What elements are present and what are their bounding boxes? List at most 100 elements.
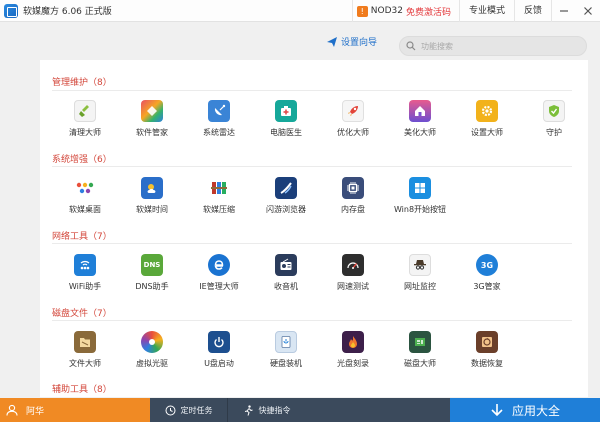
app-store-icon bbox=[141, 100, 163, 122]
down-arrow-icon bbox=[491, 404, 503, 417]
rocket-icon bbox=[342, 100, 364, 122]
ie-logo-icon bbox=[208, 254, 230, 276]
promo-text: 免费激活码 bbox=[405, 7, 451, 18]
tool-ie-manager[interactable]: IE管理大师 bbox=[186, 254, 252, 308]
spy-icon bbox=[409, 254, 431, 276]
tool-label: 硬盘装机 bbox=[270, 359, 302, 368]
minimize-icon bbox=[560, 10, 568, 12]
tool-browser[interactable]: 闪游浏览器 bbox=[253, 177, 319, 231]
timer-task-button[interactable]: 定时任务 bbox=[150, 398, 227, 422]
title-bar: 软媒魔方 6.06 正式版 ! NOD32 免费激活码 专业模式 反馈 bbox=[0, 0, 600, 22]
tool-label: 收音机 bbox=[274, 282, 298, 291]
tool-virtual-drive[interactable]: 虚拟光驱 bbox=[119, 331, 185, 385]
tool-desktop[interactable]: 软媒桌面 bbox=[52, 177, 118, 231]
tool-cleanup[interactable]: 清理大师 bbox=[52, 100, 118, 154]
section-title-network: 网络工具（7） bbox=[52, 232, 112, 242]
tool-label: 系统雷达 bbox=[203, 128, 235, 137]
tool-settings[interactable]: 设置大师 bbox=[454, 100, 520, 154]
section-title-maintenance: 管理维护（8） bbox=[52, 78, 112, 88]
tool-label: 美化大师 bbox=[404, 128, 436, 137]
section-divider bbox=[52, 90, 572, 91]
tool-label: 网速测试 bbox=[337, 282, 369, 291]
tool-dns[interactable]: DNS DNS助手 bbox=[119, 254, 185, 308]
tool-3g-manager[interactable]: 3G 3G管家 bbox=[454, 254, 520, 308]
tool-disc-burn[interactable]: 光盘刻录 bbox=[320, 331, 386, 385]
tool-label: 软媒压缩 bbox=[203, 205, 235, 214]
quick-command-button[interactable]: 快捷指令 bbox=[228, 398, 305, 422]
section-divider bbox=[52, 320, 572, 321]
tool-software-manager[interactable]: 软件管家 bbox=[119, 100, 185, 154]
colored-dots-icon bbox=[74, 177, 96, 199]
tool-system-radar[interactable]: 系统雷达 bbox=[186, 100, 252, 154]
app-title: 软媒魔方 6.06 正式版 bbox=[23, 7, 112, 17]
section-title-assist: 辅助工具（8） bbox=[52, 385, 112, 395]
tool-label: 软媒桌面 bbox=[69, 205, 101, 214]
tool-label: WiFi助手 bbox=[68, 282, 102, 291]
dns-icon: DNS bbox=[141, 254, 163, 276]
tool-win8-start[interactable]: Win8开始按钮 bbox=[387, 177, 453, 231]
speedometer-icon bbox=[342, 254, 364, 276]
broom-icon bbox=[74, 100, 96, 122]
close-icon bbox=[584, 7, 592, 15]
setup-wizard-link[interactable]: 设置向导 bbox=[326, 35, 377, 48]
app-store-all-label: 应用大全 bbox=[511, 403, 560, 418]
power-icon bbox=[208, 331, 230, 353]
section-divider bbox=[52, 243, 572, 244]
tool-beautify[interactable]: 美化大师 bbox=[387, 100, 453, 154]
tool-label: 闪游浏览器 bbox=[266, 205, 306, 214]
weather-icon bbox=[141, 177, 163, 199]
tool-label: 软媒时间 bbox=[136, 205, 168, 214]
tool-hdd-install[interactable]: 硬盘装机 bbox=[253, 331, 319, 385]
tool-usb-boot[interactable]: U盘启动 bbox=[186, 331, 252, 385]
tool-label: 数据恢复 bbox=[471, 359, 503, 368]
tool-speed-test[interactable]: 网速测试 bbox=[320, 254, 386, 308]
tool-pc-doctor[interactable]: 电脑医生 bbox=[253, 100, 319, 154]
tool-optimizer[interactable]: 优化大师 bbox=[320, 100, 386, 154]
tool-label: 清理大师 bbox=[69, 128, 101, 137]
tool-label: 虚拟光驱 bbox=[136, 359, 168, 368]
gear-icon bbox=[476, 100, 498, 122]
feedback-button[interactable]: 反馈 bbox=[515, 0, 552, 22]
flash-browser-icon bbox=[275, 177, 297, 199]
nod32-promo-link[interactable]: ! NOD32 免费激活码 bbox=[351, 0, 460, 22]
close-button[interactable] bbox=[576, 0, 600, 22]
tool-label: 优化大师 bbox=[337, 128, 369, 137]
user-name: 阿华 bbox=[26, 406, 45, 417]
panel-scrollbar[interactable] bbox=[588, 60, 600, 397]
app-store-all-button[interactable]: 应用大全 bbox=[450, 398, 600, 422]
nod32-badge-icon: ! bbox=[356, 5, 368, 17]
tool-data-recovery[interactable]: 数据恢复 bbox=[454, 331, 520, 385]
tool-guard[interactable]: 守护 bbox=[521, 100, 587, 154]
tool-radio[interactable]: 收音机 bbox=[253, 254, 319, 308]
shield-icon bbox=[543, 100, 565, 122]
tool-label: 内存盘 bbox=[341, 205, 365, 214]
tool-label: 软件管家 bbox=[136, 128, 168, 137]
flame-disc-icon bbox=[342, 331, 364, 353]
first-aid-icon bbox=[275, 100, 297, 122]
archive-books-icon bbox=[208, 177, 230, 199]
tool-url-monitor[interactable]: 网址监控 bbox=[387, 254, 453, 308]
tool-ramdisk[interactable]: 内存盘 bbox=[320, 177, 386, 231]
tool-label: 光盘刻录 bbox=[337, 359, 369, 368]
pro-mode-button[interactable]: 专业模式 bbox=[460, 0, 515, 22]
user-icon bbox=[6, 404, 18, 416]
bottom-bar: 阿华 定时任务 快捷指令 应用大全 bbox=[0, 398, 600, 422]
tools-panel: 管理维护（8） 清理大师 软件管家 系统雷达 电脑医生 优化大师 美化大师 设置… bbox=[40, 60, 588, 397]
search-input[interactable] bbox=[421, 41, 581, 51]
tool-compress[interactable]: 软媒压缩 bbox=[186, 177, 252, 231]
windows-logo-icon bbox=[409, 177, 431, 199]
search-box[interactable] bbox=[399, 36, 587, 56]
tool-disk-master[interactable]: 磁盘大师 bbox=[387, 331, 453, 385]
tool-wifi[interactable]: WiFi助手 bbox=[52, 254, 118, 308]
user-account[interactable]: 阿华 bbox=[0, 398, 150, 422]
paper-plane-icon bbox=[327, 36, 337, 47]
tool-label: Win8开始按钮 bbox=[393, 205, 447, 214]
tool-label: 网址监控 bbox=[404, 282, 436, 291]
tool-label: DNS助手 bbox=[135, 282, 169, 291]
minimize-button[interactable] bbox=[552, 0, 576, 22]
tool-time[interactable]: 软媒时间 bbox=[119, 177, 185, 231]
optical-disc-icon bbox=[141, 331, 163, 353]
tool-file-master[interactable]: 文件大师 bbox=[52, 331, 118, 385]
timer-task-label: 定时任务 bbox=[180, 405, 213, 415]
disk-board-icon bbox=[409, 331, 431, 353]
